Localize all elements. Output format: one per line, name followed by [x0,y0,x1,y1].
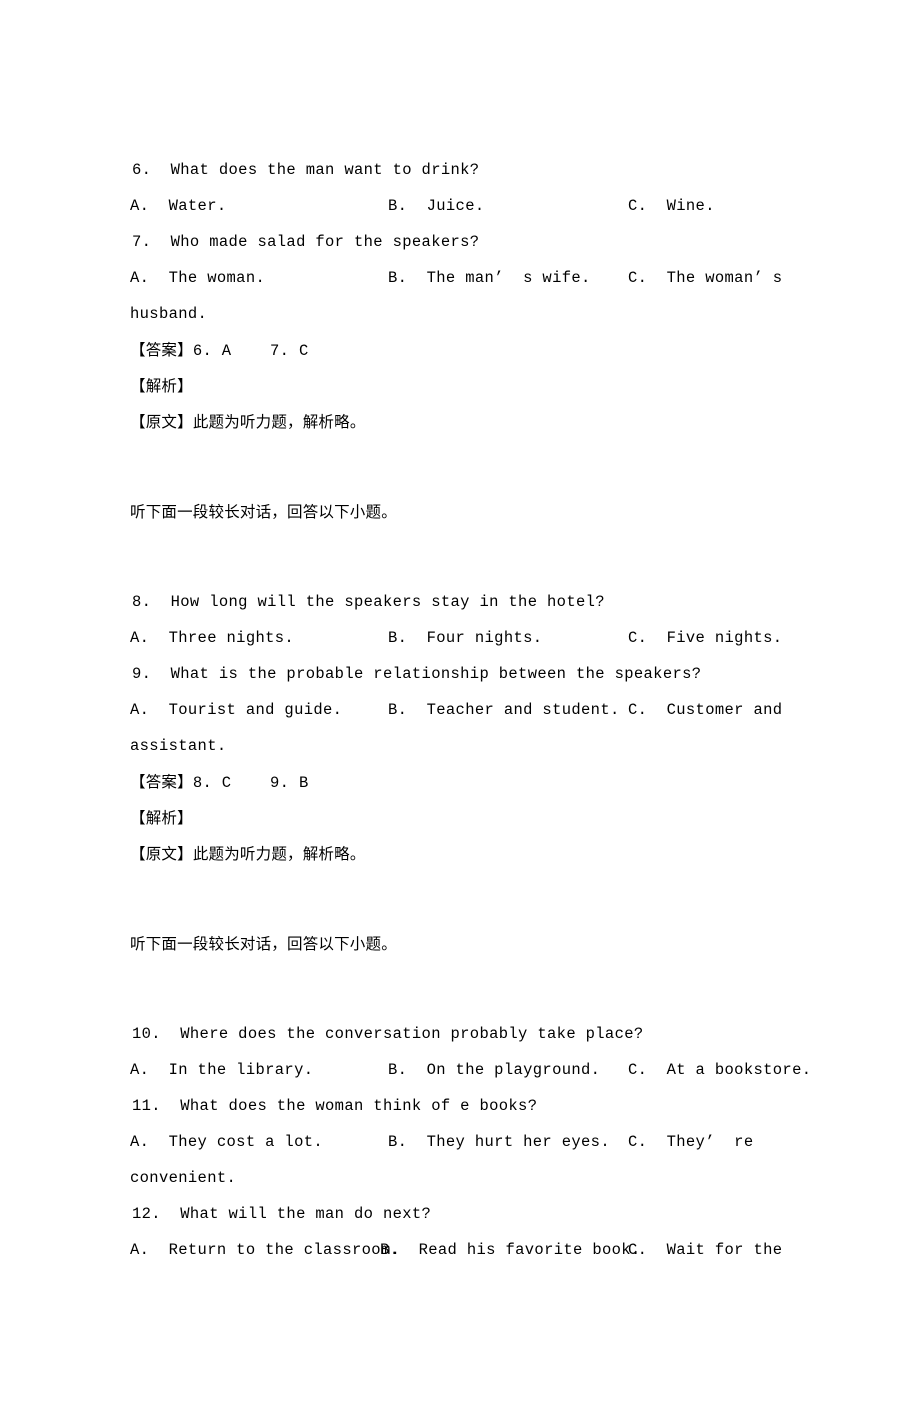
answer-line-6-7: 【答案】6. A 7. C [130,332,920,368]
question-block-10-12: 10. Where does the conversation probably… [130,1016,920,1268]
question-block-6-7: 6. What does the man want to drink? A. W… [130,152,920,440]
transcript-text: 此题为听力题，解析略。 [192,845,366,863]
document-body: 6. What does the man want to drink? A. W… [130,152,920,1268]
listening-prompt-2: 听下面一段较长对话，回答以下小题。 [130,935,397,953]
option-7-c[interactable]: C. The woman’ s [628,260,782,296]
transcript-line-8-9: 【原文】此题为听力题，解析略。 [130,836,920,872]
option-7-b[interactable]: B. The man’ s wife. [388,260,591,296]
option-10-c[interactable]: C. At a bookstore. [628,1052,811,1088]
question-stem-12: 12. What will the man do next? [132,1205,432,1223]
question-stem-9: 9. What is the probable relationship bet… [132,665,702,683]
option-11-c[interactable]: C. They’ re [628,1124,753,1160]
option-7-a[interactable]: A. The woman. [130,260,265,296]
question-stem-6: 6. What does the man want to drink? [132,161,480,179]
option-10-b[interactable]: B. On the playground. [388,1052,600,1088]
option-6-c[interactable]: C. Wine. [628,188,715,224]
transcript-line-6-7: 【原文】此题为听力题，解析略。 [130,404,920,440]
question-stem-8: 8. How long will the speakers stay in th… [132,593,605,611]
option-8-a[interactable]: A. Three nights. [130,620,294,656]
analysis-label-6-7: 【解析】 [130,377,193,395]
question-stem-11: 11. What does the woman think of e books… [132,1097,538,1115]
option-12-a[interactable]: A. Return to the classroom. [130,1232,400,1268]
option-row-10: A. In the library. B. On the playground.… [130,1052,920,1088]
question-stem-10: 10. Where does the conversation probably… [132,1025,644,1043]
document-page: 6. What does the man want to drink? A. W… [0,0,920,1302]
option-9-c-continuation: assistant. [130,737,227,755]
option-12-b[interactable]: B. Read his favorite book. [380,1232,641,1268]
listening-prompt-1: 听下面一段较长对话，回答以下小题。 [130,503,397,521]
option-row-8: A. Three nights. B. Four nights. C. Five… [130,620,920,656]
option-12-c[interactable]: C. Wait for the [628,1232,782,1268]
option-8-b[interactable]: B. Four nights. [388,620,542,656]
option-row-7: A. The woman. B. The man’ s wife. C. The… [130,260,920,296]
option-row-11: A. They cost a lot. B. They hurt her eye… [130,1124,920,1160]
option-row-12: A. Return to the classroom. B. Read his … [130,1232,920,1268]
option-6-a[interactable]: A. Water. [130,188,227,224]
option-9-b[interactable]: B. Teacher and student. [388,692,620,728]
answer-line-8-9: 【答案】8. C 9. B [130,764,920,800]
question-block-8-9: 8. How long will the speakers stay in th… [130,584,920,872]
question-stem-7: 7. Who made salad for the speakers? [132,233,480,251]
option-6-b[interactable]: B. Juice. [388,188,485,224]
option-7-c-continuation: husband. [130,305,208,323]
option-10-a[interactable]: A. In the library. [130,1052,313,1088]
answer-values: 6. A 7. C [192,342,309,360]
answer-values: 8. C 9. B [192,774,309,792]
analysis-label-8-9: 【解析】 [130,809,193,827]
option-8-c[interactable]: C. Five nights. [628,620,782,656]
option-11-b[interactable]: B. They hurt her eyes. [388,1124,610,1160]
option-9-a[interactable]: A. Tourist and guide. [130,692,342,728]
option-9-c[interactable]: C. Customer and [628,692,782,728]
option-row-9: A. Tourist and guide. B. Teacher and stu… [130,692,920,728]
option-row-6: A. Water. B. Juice. C. Wine. [130,188,920,224]
option-11-a[interactable]: A. They cost a lot. [130,1124,323,1160]
transcript-text: 此题为听力题，解析略。 [192,413,366,431]
option-11-c-continuation: convenient. [130,1169,237,1187]
